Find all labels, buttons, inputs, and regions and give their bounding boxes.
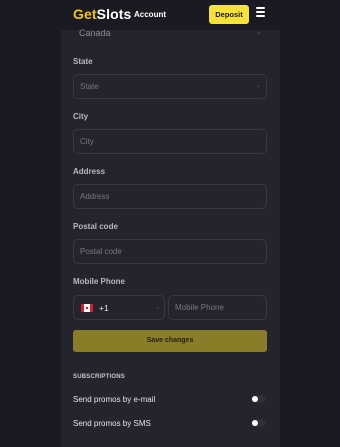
getslots-logo[interactable]: GetSlots — [73, 6, 131, 22]
country-code-select[interactable]: +1 ⌄ — [73, 295, 165, 320]
state-select[interactable]: State ⌄ — [73, 74, 267, 99]
logo-prefix: Get — [73, 6, 97, 22]
state-placeholder: State — [80, 82, 99, 91]
chevron-down-icon: ⌄ — [154, 305, 160, 311]
email-promos-toggle[interactable] — [251, 395, 266, 403]
hamburger-menu-icon[interactable] — [256, 7, 265, 17]
logo-suffix: Slots — [96, 6, 132, 22]
city-label: City — [73, 112, 89, 121]
toggle-knob — [252, 420, 258, 426]
chevron-down-icon: ⌄ — [256, 29, 262, 36]
state-label: State — [73, 57, 93, 66]
mobile-phone-label: Mobile Phone — [73, 277, 125, 286]
deposit-button[interactable]: Deposit — [209, 5, 249, 24]
top-header: GetSlots Account Deposit — [0, 0, 340, 30]
chevron-down-icon: ⌄ — [255, 83, 261, 89]
sms-promos-toggle[interactable] — [251, 419, 266, 427]
canada-flag-icon — [81, 304, 93, 312]
toggle-knob — [252, 396, 258, 402]
address-input[interactable]: Address — [73, 184, 267, 209]
country-code-value: +1 — [99, 303, 109, 313]
email-promos-label: Send promos by e-mail — [73, 395, 156, 404]
address-label: Address — [73, 167, 106, 176]
account-link[interactable]: Account — [134, 10, 166, 19]
sms-promos-label: Send promos by SMS — [73, 419, 151, 428]
mobile-phone-input[interactable]: Mobile Phone — [168, 295, 267, 320]
postal-code-label: Postal code — [73, 222, 118, 231]
subscriptions-heading: SUBSCRIPTIONS — [73, 374, 125, 380]
country-select-value[interactable]: Canada — [79, 28, 111, 38]
city-input[interactable]: City — [73, 129, 267, 154]
save-changes-button[interactable]: Save changes — [73, 330, 267, 352]
postal-code-input[interactable]: Postal code — [73, 239, 267, 264]
